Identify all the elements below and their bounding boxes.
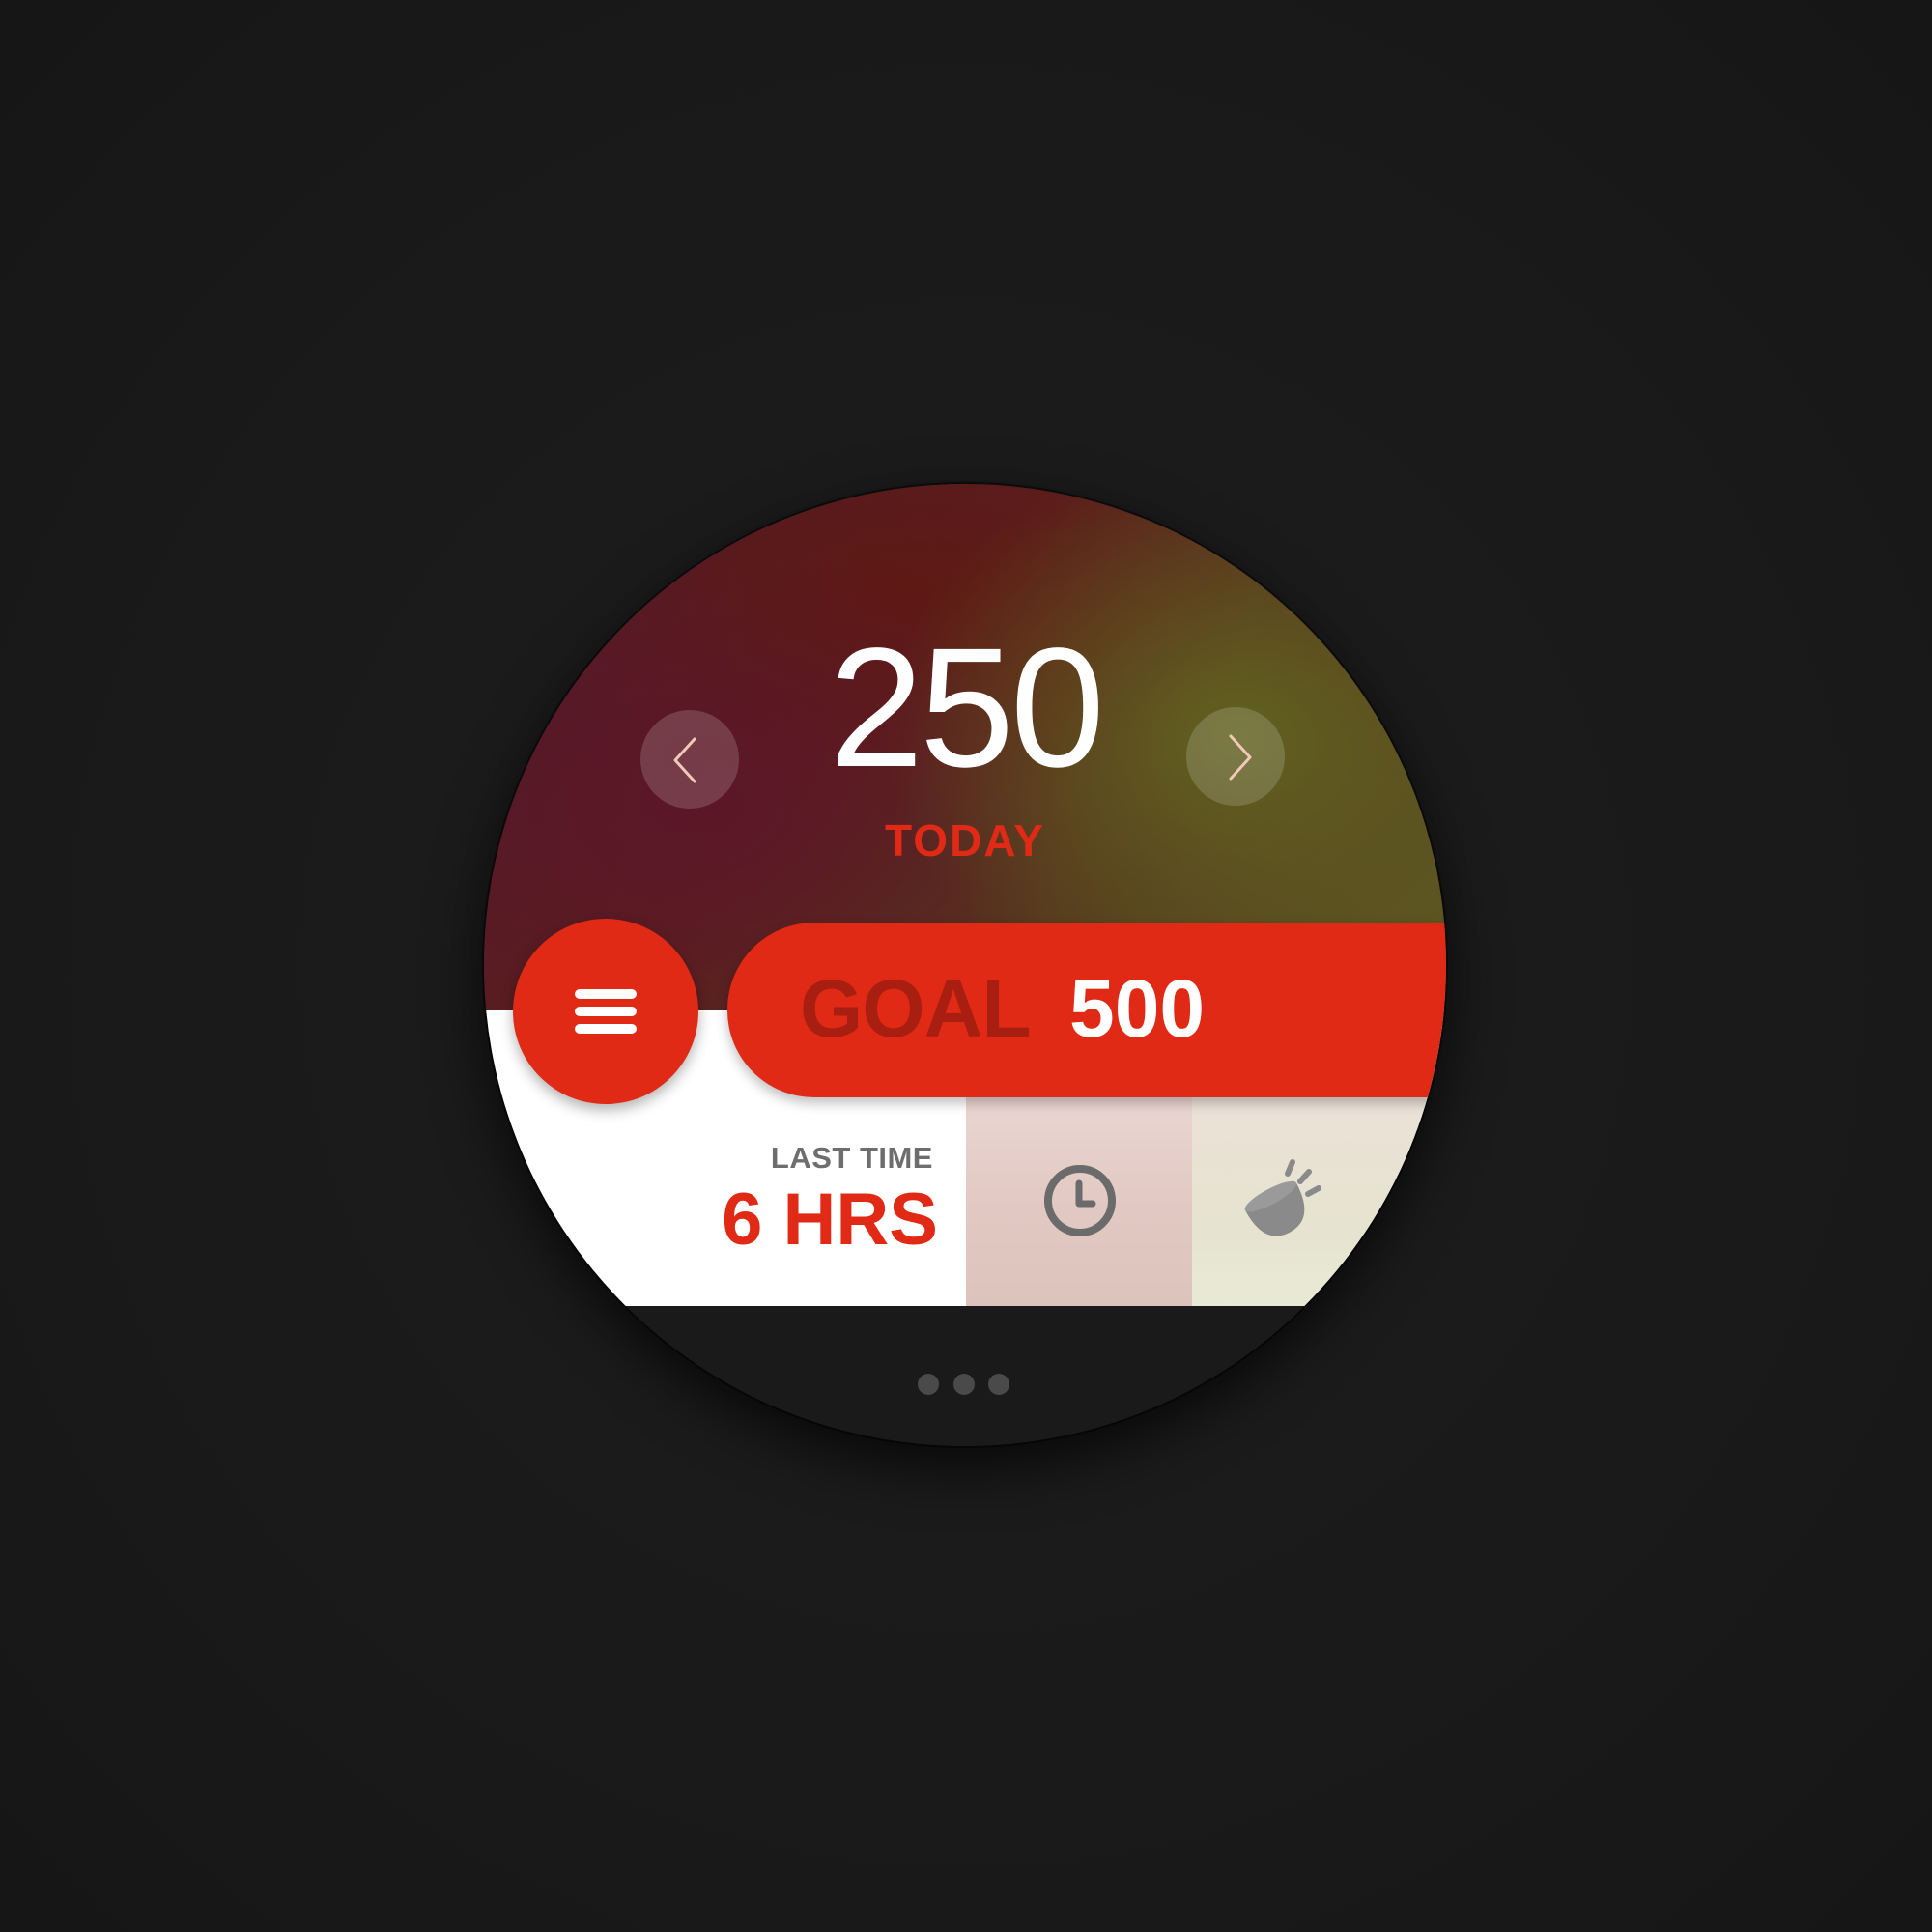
last-time-label: LAST TIME [770, 1141, 933, 1175]
page-dot[interactable] [988, 1374, 1009, 1395]
bowl-icon [1244, 1159, 1321, 1236]
last-time-value: 6 HRS [722, 1179, 938, 1261]
chevron-right-icon [1229, 734, 1252, 781]
clock-tile[interactable] [966, 1094, 1192, 1306]
food-tile[interactable] [1192, 1094, 1446, 1306]
page-dot[interactable] [918, 1374, 939, 1395]
page-dot[interactable] [953, 1374, 975, 1395]
goal-label: GOAL [800, 963, 1032, 1054]
goal-bar[interactable]: GOAL 500 [727, 923, 1446, 1097]
next-button[interactable] [1186, 707, 1285, 806]
clock-icon [1044, 1165, 1116, 1236]
goal-value: 500 [1069, 963, 1206, 1054]
menu-button[interactable] [513, 919, 698, 1104]
watch-face: 250 TODAY GOAL 500 LAST TIME 6 HRS [484, 484, 1446, 1446]
count-value: 250 [829, 613, 1105, 803]
period-label: TODAY [885, 815, 1045, 866]
background: 250 TODAY GOAL 500 LAST TIME 6 HRS [0, 0, 1932, 1932]
hamburger-menu-icon [575, 989, 637, 1034]
